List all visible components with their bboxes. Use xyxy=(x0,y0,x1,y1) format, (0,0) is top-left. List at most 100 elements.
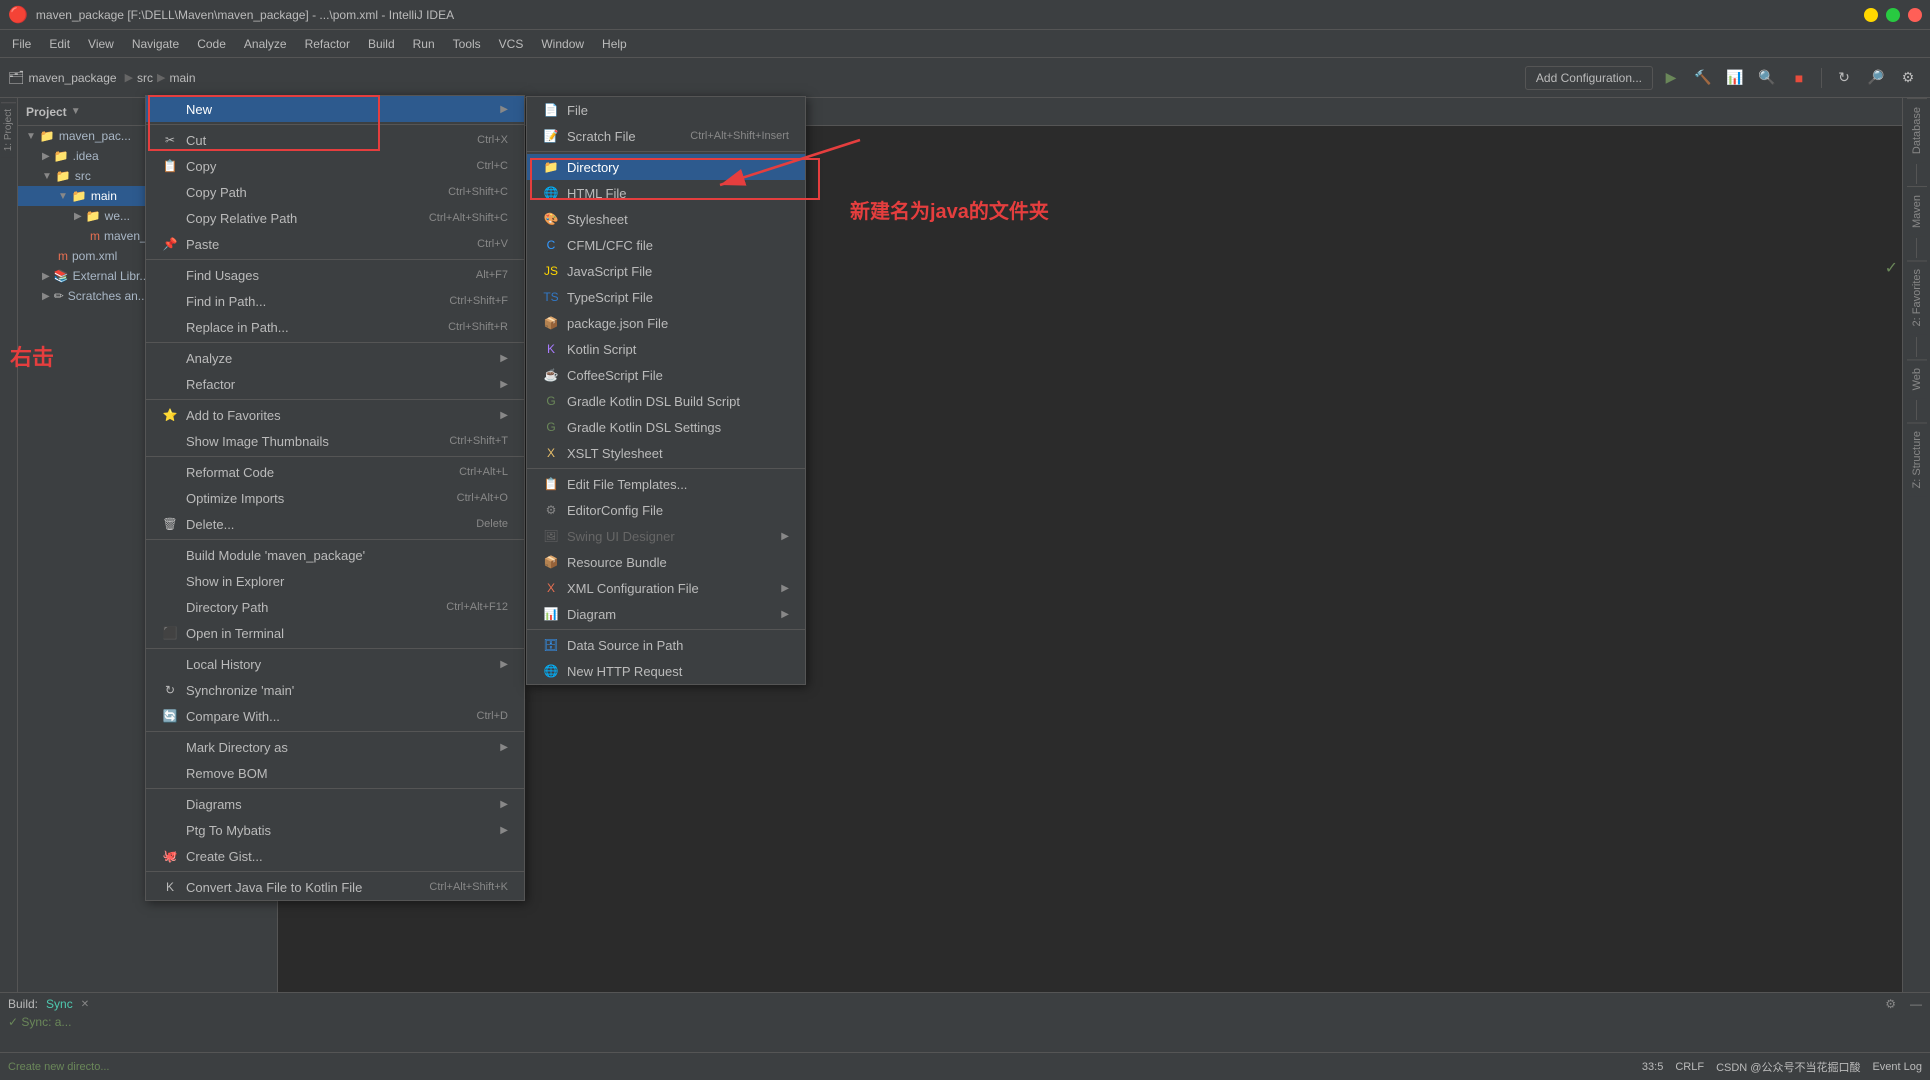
ctx-find-path[interactable]: Find in Path... Ctrl+Shift+F xyxy=(146,288,524,314)
close-button[interactable] xyxy=(1908,8,1922,22)
ctx-refactor[interactable]: Refactor ▶ xyxy=(146,371,524,397)
nsi-ts[interactable]: TS TypeScript File xyxy=(527,284,805,310)
nsi-stylesheet[interactable]: 🎨 Stylesheet xyxy=(527,206,805,232)
ctx-find-usages[interactable]: Find Usages Alt+F7 xyxy=(146,262,524,288)
ctx-mark-directory[interactable]: Mark Directory as ▶ xyxy=(146,734,524,760)
nsi-gradle-settings-label: Gradle Kotlin DSL Settings xyxy=(567,420,721,435)
update-button[interactable]: ↻ xyxy=(1830,64,1858,92)
tree-arrow-webapp: ▶ xyxy=(74,211,82,222)
stop-button[interactable]: ■ xyxy=(1785,64,1813,92)
build-settings-icon[interactable]: ⚙ xyxy=(1885,997,1896,1011)
nsi-diagram[interactable]: 📊 Diagram ▶ xyxy=(527,601,805,627)
ctx-analyze[interactable]: Analyze ▶ xyxy=(146,345,524,371)
ctx-show-explorer[interactable]: Show in Explorer xyxy=(146,568,524,594)
search-everywhere-button[interactable]: 🔎 xyxy=(1862,64,1890,92)
ctx-add-favorites[interactable]: ⭐ Add to Favorites ▶ xyxy=(146,402,524,428)
ctx-remove-bom[interactable]: Remove BOM xyxy=(146,760,524,786)
nsi-kotlin[interactable]: K Kotlin Script xyxy=(527,336,805,362)
menu-edit[interactable]: Edit xyxy=(41,34,78,54)
nsi-scratch[interactable]: 📝 Scratch File Ctrl+Alt+Shift+Insert xyxy=(527,123,805,149)
maven-tab[interactable]: Maven xyxy=(1907,186,1927,236)
nsi-directory[interactable]: 📁 Directory xyxy=(527,154,805,180)
status-linesep[interactable]: CRLF xyxy=(1675,1061,1704,1073)
ctx-copy-path[interactable]: Copy Path Ctrl+Shift+C xyxy=(146,179,524,205)
ctx-delete[interactable]: 🗑 Delete... Delete xyxy=(146,511,524,537)
nsi-html[interactable]: 🌐 HTML File xyxy=(527,180,805,206)
nsi-coffee[interactable]: ☕ CoffeeScript File xyxy=(527,362,805,388)
ctx-show-img-left: Show Image Thumbnails xyxy=(162,433,329,449)
ctx-build-module[interactable]: Build Module 'maven_package' xyxy=(146,542,524,568)
ctx-show-image[interactable]: Show Image Thumbnails Ctrl+Shift+T xyxy=(146,428,524,454)
nsi-resource[interactable]: 📦 Resource Bundle xyxy=(527,549,805,575)
ctx-show-exp-left: Show in Explorer xyxy=(162,573,284,589)
status-event-log[interactable]: Event Log xyxy=(1872,1061,1922,1073)
nsi-gradle-settings[interactable]: G Gradle Kotlin DSL Settings xyxy=(527,414,805,440)
ctx-refactor-arrow: ▶ xyxy=(500,379,508,390)
ctx-synchronize[interactable]: ↻ Synchronize 'main' xyxy=(146,677,524,703)
nsi-xslt[interactable]: X XSLT Stylesheet xyxy=(527,440,805,466)
nsi-http-request[interactable]: 🌐 New HTTP Request xyxy=(527,658,805,684)
nsi-pkg-json[interactable]: 📦 package.json File xyxy=(527,310,805,336)
webapp-folder-icon: 📁 xyxy=(86,209,101,223)
menu-help[interactable]: Help xyxy=(594,34,635,54)
ctx-reformat[interactable]: Reformat Code Ctrl+Alt+L xyxy=(146,459,524,485)
minimize-button[interactable] xyxy=(1864,8,1878,22)
ctx-delete-icon: 🗑 xyxy=(162,516,178,532)
menu-vcs[interactable]: VCS xyxy=(491,34,532,54)
web-tab[interactable]: Web xyxy=(1907,359,1927,398)
build-close-icon[interactable]: ✕ xyxy=(81,999,89,1010)
build-sync-label[interactable]: Sync xyxy=(46,997,73,1011)
ctx-paste[interactable]: 📌 Paste Ctrl+V xyxy=(146,231,524,257)
menu-code[interactable]: Code xyxy=(189,34,234,54)
coverage-button[interactable]: 📊 xyxy=(1721,64,1749,92)
build-minimize-icon[interactable]: — xyxy=(1910,997,1922,1011)
menu-navigate[interactable]: Navigate xyxy=(124,34,187,54)
ctx-create-gist[interactable]: 🐙 Create Gist... xyxy=(146,843,524,869)
ctx-cut[interactable]: ✂ Cut Ctrl+X xyxy=(146,127,524,153)
nsi-js[interactable]: JS JavaScript File xyxy=(527,258,805,284)
ctx-convert-java[interactable]: K Convert Java File to Kotlin File Ctrl+… xyxy=(146,874,524,900)
project-tab[interactable]: 1: Project xyxy=(1,102,16,157)
settings-button[interactable]: ⚙ xyxy=(1894,64,1922,92)
ctx-optimize[interactable]: Optimize Imports Ctrl+Alt+O xyxy=(146,485,524,511)
ctx-dir-path[interactable]: Directory Path Ctrl+Alt+F12 xyxy=(146,594,524,620)
run-button[interactable]: ▶ xyxy=(1657,64,1685,92)
build-button[interactable]: 🔨 xyxy=(1689,64,1717,92)
ctx-open-terminal[interactable]: ⬛ Open in Terminal xyxy=(146,620,524,646)
profile-button[interactable]: 🔍 xyxy=(1753,64,1781,92)
favorites-tab[interactable]: 2: Favorites xyxy=(1907,260,1927,334)
menu-window[interactable]: Window xyxy=(533,34,592,54)
title-bar-controls[interactable] xyxy=(1864,8,1922,22)
nsi-cfml[interactable]: C CFML/CFC file xyxy=(527,232,805,258)
ctx-replace-path[interactable]: Replace in Path... Ctrl+Shift+R xyxy=(146,314,524,340)
check-mark: ✓ xyxy=(1885,258,1898,278)
menu-tools[interactable]: Tools xyxy=(445,34,489,54)
menu-file[interactable]: File xyxy=(4,34,39,54)
nsi-sep1 xyxy=(527,151,805,152)
ctx-compare-with[interactable]: 🔄 Compare With... Ctrl+D xyxy=(146,703,524,729)
nsi-editorconfig[interactable]: ⚙ EditorConfig File xyxy=(527,497,805,523)
nsi-data-source[interactable]: 🗄 Data Source in Path xyxy=(527,632,805,658)
ctx-diagrams[interactable]: Diagrams ▶ xyxy=(146,791,524,817)
sidebar-dropdown-icon[interactable]: ▼ xyxy=(71,106,81,117)
nsi-gradle-build[interactable]: G Gradle Kotlin DSL Build Script xyxy=(527,388,805,414)
nsi-xml-config[interactable]: X XML Configuration File ▶ xyxy=(527,575,805,601)
structure-tab[interactable]: Z: Structure xyxy=(1907,422,1927,496)
menu-analyze[interactable]: Analyze xyxy=(236,34,295,54)
ctx-copy[interactable]: 📋 Copy Ctrl+C xyxy=(146,153,524,179)
maximize-button[interactable] xyxy=(1886,8,1900,22)
menu-view[interactable]: View xyxy=(80,34,122,54)
nsi-file[interactable]: 📄 File xyxy=(527,97,805,123)
html-icon: 🌐 xyxy=(543,185,559,201)
ctx-copy-rel-path[interactable]: Copy Relative Path Ctrl+Alt+Shift+C xyxy=(146,205,524,231)
ctx-ptg-mybatis[interactable]: Ptg To Mybatis ▶ xyxy=(146,817,524,843)
toolbar-separator xyxy=(1821,68,1822,88)
menu-run[interactable]: Run xyxy=(405,34,443,54)
ctx-new[interactable]: New ▶ 📄 File 📝 Scratch File Ctrl+Alt+Shi… xyxy=(146,96,524,122)
ctx-local-history[interactable]: Local History ▶ xyxy=(146,651,524,677)
database-tab[interactable]: Database xyxy=(1907,98,1927,162)
add-configuration-button[interactable]: Add Configuration... xyxy=(1525,66,1653,90)
menu-refactor[interactable]: Refactor xyxy=(297,34,358,54)
nsi-edit-templates[interactable]: 📋 Edit File Templates... xyxy=(527,471,805,497)
menu-build[interactable]: Build xyxy=(360,34,403,54)
